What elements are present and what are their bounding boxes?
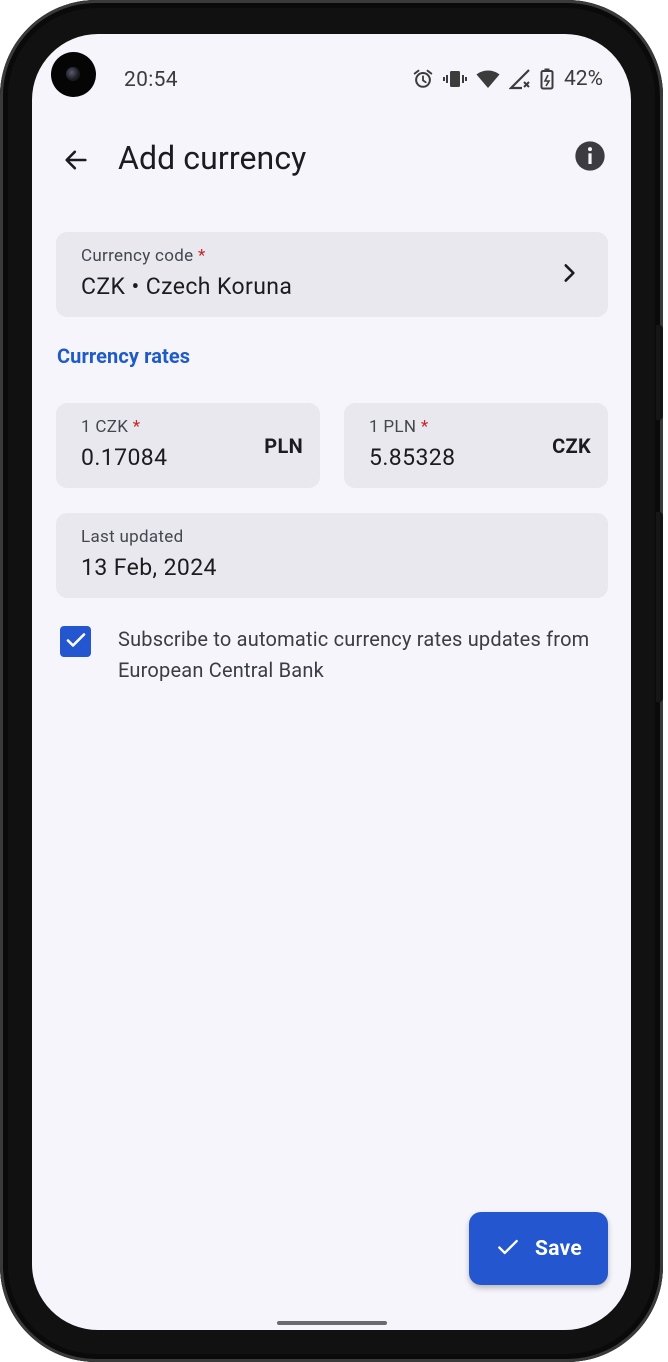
chevron-right-icon xyxy=(556,260,582,290)
front-camera xyxy=(51,52,96,97)
battery-percentage: 42% xyxy=(564,67,603,91)
check-icon xyxy=(64,628,88,656)
check-icon xyxy=(495,1234,521,1264)
rate-to-value: 5.85328 xyxy=(369,444,456,471)
last-updated-value: 13 Feb, 2024 xyxy=(81,554,217,581)
power-button xyxy=(656,512,663,702)
subscribe-label[interactable]: Subscribe to automatic currency rates up… xyxy=(118,624,598,686)
last-updated-field[interactable]: Last updated 13 Feb, 2024 xyxy=(56,513,608,598)
rate-to-label: 1 PLN * xyxy=(369,417,429,437)
rate-from-suffix: PLN xyxy=(264,434,303,458)
required-mark: * xyxy=(420,417,429,437)
rate-to-suffix: CZK xyxy=(552,434,591,458)
status-icons: 42% xyxy=(412,67,603,91)
last-updated-label: Last updated xyxy=(81,527,184,547)
save-button[interactable]: Save xyxy=(469,1212,608,1285)
save-button-label: Save xyxy=(534,1236,583,1261)
rate-from-field[interactable]: 1 CZK * 0.17084 PLN xyxy=(56,403,320,488)
required-mark: * xyxy=(132,417,141,437)
volume-button xyxy=(656,325,663,420)
alarm-icon xyxy=(412,68,434,90)
currency-rates-heading: Currency rates xyxy=(57,344,191,368)
rate-from-label: 1 CZK * xyxy=(81,417,141,437)
screen: 20:54 42% Add currency Currency code * C… xyxy=(32,34,631,1330)
vibrate-icon xyxy=(443,68,467,90)
required-mark: * xyxy=(198,246,206,266)
currency-code-value: CZK • Czech Koruna xyxy=(81,273,293,300)
status-time: 20:54 xyxy=(124,68,178,92)
rate-to-field[interactable]: 1 PLN * 5.85328 CZK xyxy=(344,403,608,488)
battery-icon xyxy=(540,68,554,90)
currency-code-field[interactable]: Currency code * CZK • Czech Koruna xyxy=(56,232,608,317)
wifi-icon xyxy=(476,69,500,89)
rate-from-value: 0.17084 xyxy=(81,444,168,471)
signal-icon xyxy=(509,68,531,90)
info-button[interactable] xyxy=(573,141,607,175)
currency-code-label: Currency code * xyxy=(81,246,206,266)
arrow-back-icon xyxy=(62,146,90,178)
info-icon xyxy=(574,140,606,176)
page-title: Add currency xyxy=(118,139,307,177)
phone-frame: 20:54 42% Add currency Currency code * C… xyxy=(0,0,663,1362)
subscribe-checkbox[interactable] xyxy=(60,626,91,657)
top-app-bar: Add currency xyxy=(32,130,631,194)
home-indicator[interactable] xyxy=(277,1321,387,1325)
back-button[interactable] xyxy=(54,140,98,184)
